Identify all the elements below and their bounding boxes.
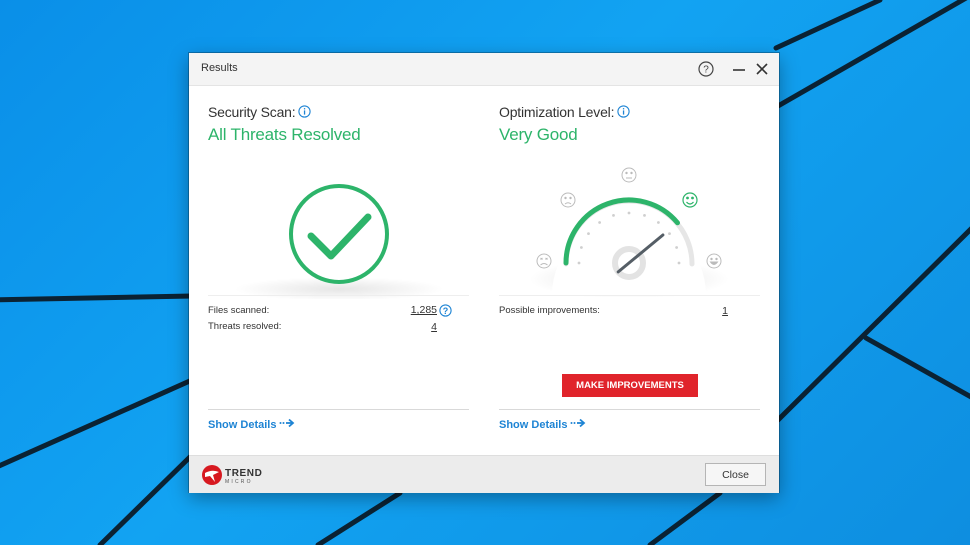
gauge-tick [587, 232, 590, 235]
brand-sub: MICRO [225, 479, 253, 485]
close-icon[interactable] [753, 60, 771, 78]
gauge-tick [577, 261, 581, 265]
gauge-tick [643, 214, 646, 217]
gauge-tick [580, 246, 583, 249]
threats-resolved-label: Threats resolved: [208, 321, 282, 332]
optimization-divider [499, 409, 760, 410]
arrow-right-icon [570, 418, 586, 428]
face-happy-icon [682, 192, 698, 208]
gauge-tick [657, 221, 660, 224]
security-scan-label: Security Scan: [208, 104, 296, 120]
trend-micro-logo: TREND MICRO [201, 464, 262, 491]
face-very-sad-icon [536, 253, 552, 269]
stats-divider [208, 295, 469, 296]
gauge-tick [677, 261, 681, 265]
svg-text:?: ? [443, 306, 449, 316]
face-sad-icon [560, 192, 576, 208]
info-icon[interactable] [298, 105, 312, 118]
make-improvements-button[interactable]: MAKE IMPROVEMENTS [562, 374, 698, 397]
optimization-label: Optimization Level: [499, 104, 615, 120]
optimization-heading: Optimization Level: [499, 104, 630, 120]
help-icon[interactable]: ? [697, 60, 715, 78]
gauge-tick [675, 246, 678, 249]
face-neutral-icon [621, 167, 637, 183]
security-show-details-link[interactable]: Show Details [208, 418, 295, 431]
threats-resolved-value[interactable]: 4 [397, 321, 437, 333]
window-title: Results [201, 62, 238, 74]
close-button[interactable]: Close [705, 463, 766, 486]
gauge-icon [529, 167, 729, 297]
optimization-show-details-link[interactable]: Show Details [499, 418, 586, 431]
gauge-tick [668, 232, 671, 235]
possible-improvements-label: Possible improvements: [499, 305, 600, 316]
arrow-right-icon [279, 418, 295, 428]
files-help-icon[interactable]: ? [439, 304, 452, 317]
svg-text:?: ? [703, 65, 709, 76]
trend-micro-logo-icon [202, 465, 222, 485]
checkmark-icon [234, 184, 444, 299]
files-scanned-label: Files scanned: [208, 305, 270, 316]
results-window: Results ? Security Scan: All Threats Res… [189, 53, 779, 493]
footer-bar: TREND MICRO Close [189, 455, 779, 493]
security-show-details-label: Show Details [208, 419, 277, 431]
face-very-happy-icon [706, 253, 722, 269]
info-icon[interactable] [617, 105, 630, 118]
opt-stats-divider [499, 295, 760, 296]
gauge-tick [612, 214, 615, 217]
optimization-show-details-label: Show Details [499, 419, 568, 431]
brand-name: TREND [225, 468, 263, 479]
security-divider [208, 409, 469, 410]
minimize-icon[interactable] [730, 60, 748, 78]
optimization-status: Very Good [499, 125, 578, 144]
gauge-tick [598, 221, 601, 224]
files-scanned-value[interactable]: 1,285 [397, 304, 437, 316]
security-status: All Threats Resolved [208, 125, 361, 144]
security-scan-heading: Security Scan: [208, 104, 312, 120]
gauge-tick [627, 211, 631, 215]
possible-improvements-value[interactable]: 1 [688, 305, 728, 317]
title-bar: Results ? [189, 53, 779, 86]
